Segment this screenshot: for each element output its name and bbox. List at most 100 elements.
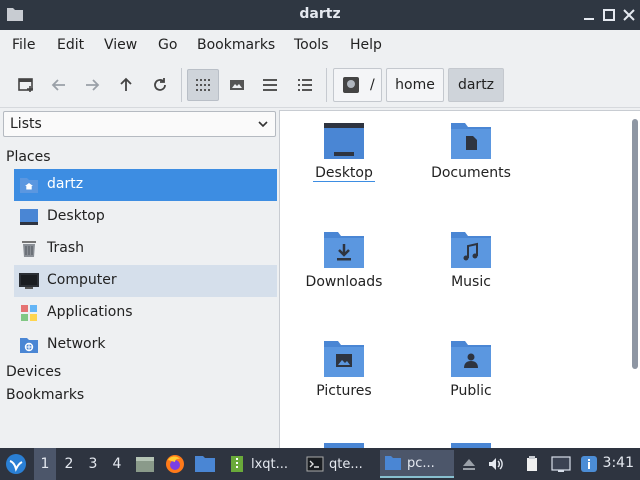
menu-tools[interactable]: Tools	[294, 37, 329, 53]
place-label: Computer	[47, 272, 117, 288]
documents-folder-icon	[451, 123, 491, 159]
forward-button[interactable]	[76, 69, 108, 101]
place-item-desktop[interactable]: Desktop	[14, 201, 277, 233]
taskbar: 1 2 3 4 lxqt... qte... pc... 3:41	[0, 448, 640, 480]
maximize-icon[interactable]	[602, 8, 616, 22]
breadcrumb-root[interactable]: /	[333, 68, 382, 102]
file-item-public[interactable]: Public	[409, 331, 529, 411]
minimize-icon[interactable]	[582, 8, 596, 22]
place-label: Trash	[47, 240, 84, 256]
compact-view-button[interactable]	[254, 69, 286, 101]
new-tab-icon	[18, 78, 33, 92]
bookmarks-header[interactable]: Bookmarks	[6, 387, 84, 403]
trash-icon	[22, 241, 36, 257]
menu-go[interactable]: Go	[158, 37, 177, 53]
file-manager-window: dartz File Edit View Go Bookmarks Tools …	[0, 0, 640, 448]
devices-header[interactable]: Devices	[6, 364, 61, 380]
place-item-applications[interactable]: Applications	[14, 297, 277, 329]
firefox-icon	[166, 455, 184, 473]
detailed-view-button[interactable]	[289, 69, 321, 101]
arrow-up-icon	[120, 77, 132, 91]
file-name: Desktop	[313, 165, 375, 182]
file-item-documents[interactable]: Documents	[409, 113, 529, 193]
archive-icon	[136, 457, 154, 472]
task-qterminal[interactable]: qte...	[302, 450, 376, 478]
network-tray-icon	[551, 456, 571, 472]
file-item-desktop[interactable]: Desktop	[282, 113, 402, 193]
menu-view[interactable]: View	[104, 37, 137, 53]
place-item-trash[interactable]: Trash	[14, 233, 277, 265]
place-label: dartz	[47, 176, 84, 192]
side-pane: Lists Places dartz Desktop Trash Compute…	[0, 108, 279, 448]
eject-icon	[463, 459, 475, 470]
side-pane-mode-select[interactable]: Lists	[3, 111, 276, 137]
public-folder-icon	[451, 341, 491, 377]
menu-bookmarks[interactable]: Bookmarks	[197, 37, 275, 53]
image-icon	[230, 80, 244, 90]
place-item-dartz[interactable]: dartz	[14, 169, 277, 201]
quicklaunch-firefox[interactable]	[162, 448, 188, 480]
start-menu-button[interactable]	[0, 448, 32, 480]
clock[interactable]: 3:41	[603, 455, 634, 471]
archive-app-icon	[231, 456, 243, 472]
pictures-folder-icon	[324, 341, 364, 377]
menu-bar: File Edit View Go Bookmarks Tools Help	[0, 30, 640, 60]
place-item-computer[interactable]: Computer	[14, 265, 277, 297]
clipboard-button[interactable]	[520, 448, 544, 480]
desktop-switch-4[interactable]: 4	[106, 448, 128, 480]
menu-help[interactable]: Help	[350, 37, 382, 53]
file-item-downloads[interactable]: Downloads	[282, 222, 402, 302]
up-button[interactable]	[110, 69, 142, 101]
desktop-switch-3[interactable]: 3	[82, 448, 104, 480]
grid-icon	[196, 79, 210, 91]
task-label: lxqt...	[251, 456, 289, 472]
breadcrumb-root-label: /	[370, 77, 375, 93]
downloads-folder-icon	[324, 232, 364, 268]
menu-edit[interactable]: Edit	[57, 37, 84, 53]
eject-button[interactable]	[458, 448, 480, 480]
close-icon[interactable]	[622, 8, 636, 22]
network-tray-button[interactable]	[548, 448, 574, 480]
music-folder-icon	[451, 232, 491, 268]
breadcrumb-home[interactable]: home	[386, 68, 444, 102]
quicklaunch-file-manager[interactable]	[192, 448, 218, 480]
file-item-music[interactable]: Music	[409, 222, 529, 302]
title-bar[interactable]: dartz	[0, 0, 640, 30]
computer-icon	[19, 273, 39, 289]
file-name: Pictures	[316, 383, 372, 399]
new-tab-button[interactable]	[10, 69, 42, 101]
task-lxqt[interactable]: lxqt...	[224, 450, 298, 478]
arrow-left-icon	[51, 79, 65, 91]
place-label: Desktop	[47, 208, 105, 224]
volume-icon	[489, 458, 503, 470]
vertical-scrollbar[interactable]	[632, 119, 638, 369]
menu-file[interactable]: File	[12, 37, 35, 53]
clipboard-icon	[527, 456, 537, 471]
icon-view-button[interactable]	[187, 69, 219, 101]
toolbar-separator	[181, 68, 182, 102]
folder-icon	[195, 456, 215, 472]
home-folder-icon	[20, 178, 38, 193]
reload-icon	[154, 78, 166, 91]
task-pcmanfm[interactable]: pc...	[380, 450, 454, 478]
reload-button[interactable]	[144, 69, 176, 101]
toolbar: / home dartz	[0, 60, 640, 108]
file-name: Downloads	[305, 274, 383, 290]
desktop-icon	[20, 209, 38, 225]
volume-button[interactable]	[484, 448, 508, 480]
file-name: Music	[451, 274, 491, 290]
notification-button[interactable]	[578, 448, 600, 480]
arrow-right-icon	[86, 79, 100, 91]
thumbnail-view-button[interactable]	[221, 69, 253, 101]
place-item-network[interactable]: Network	[14, 329, 277, 361]
breadcrumb-dartz[interactable]: dartz	[448, 68, 504, 102]
desktop-switch-2[interactable]: 2	[58, 448, 80, 480]
quicklaunch-archive[interactable]	[132, 448, 158, 480]
file-name: Public	[450, 383, 492, 399]
folder-view[interactable]: Desktop Documents Downloads Music Pictur…	[279, 110, 640, 448]
back-button[interactable]	[43, 69, 75, 101]
file-item-pictures[interactable]: Pictures	[282, 331, 402, 411]
desktop-switch-1[interactable]: 1	[34, 448, 56, 480]
toolbar-separator	[326, 68, 327, 102]
window-title: dartz	[299, 6, 341, 22]
